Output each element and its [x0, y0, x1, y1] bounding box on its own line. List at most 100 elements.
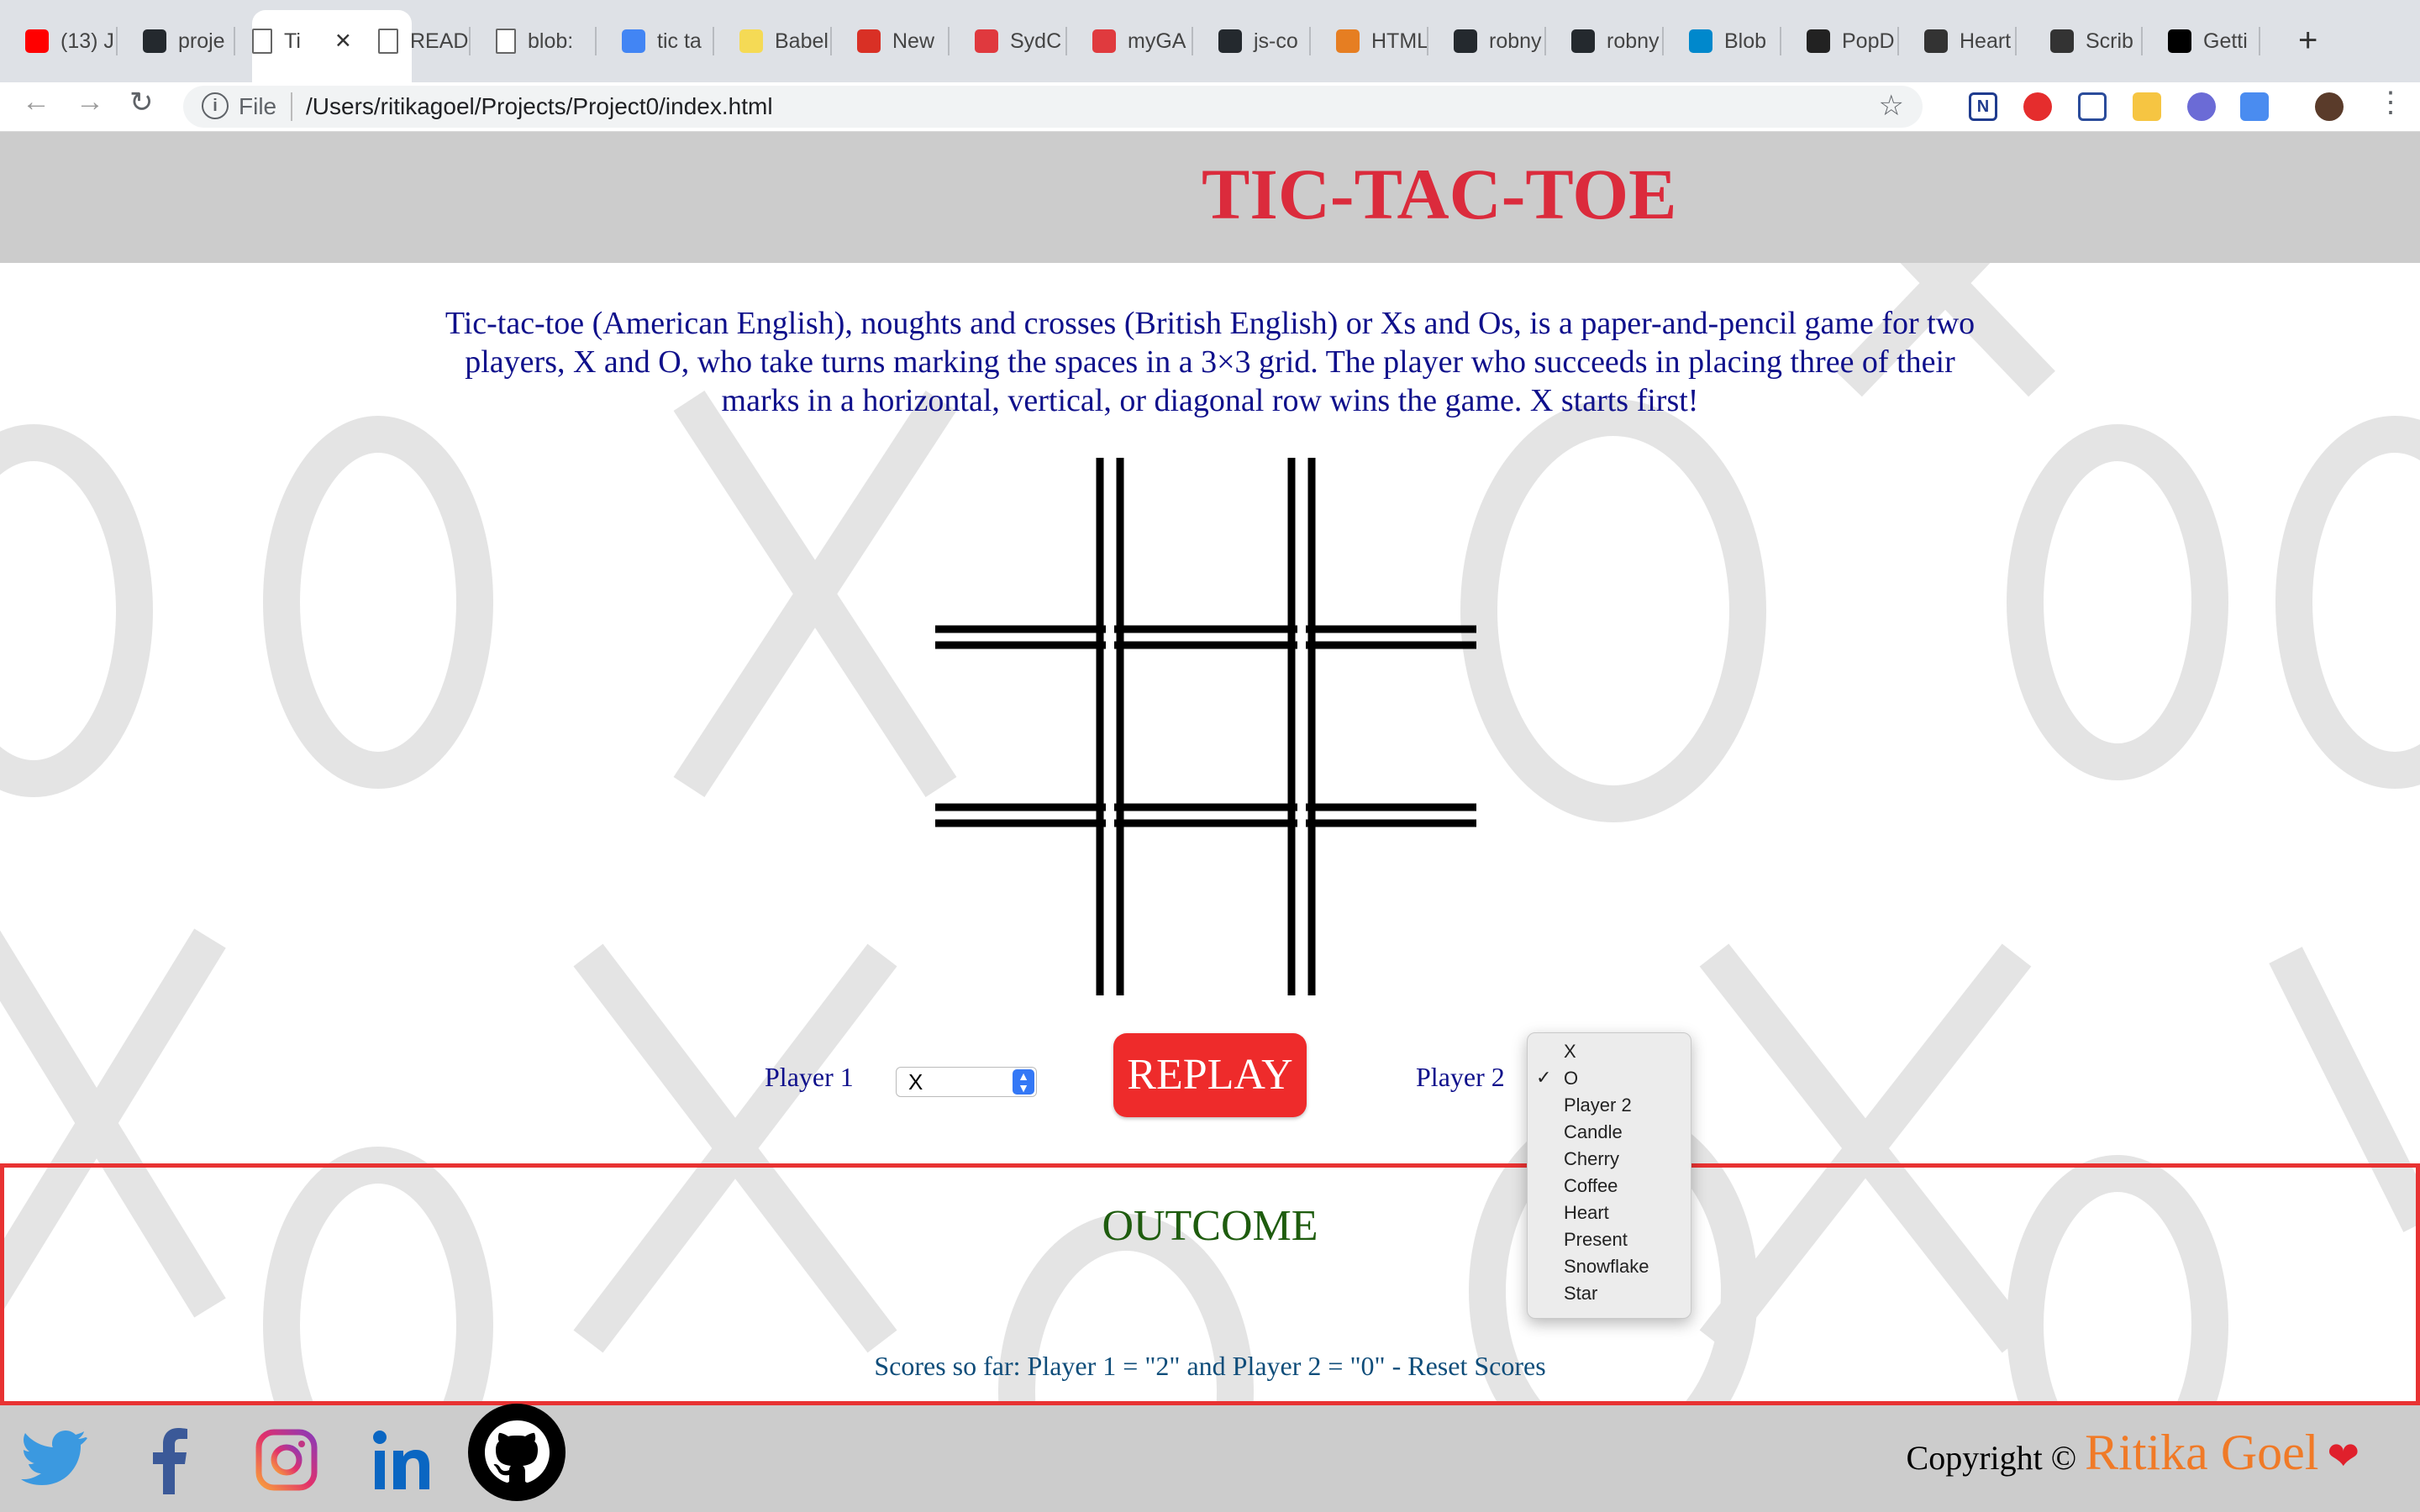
facebook-icon[interactable]: [133, 1420, 208, 1496]
extension-shield-icon[interactable]: [2023, 92, 2052, 121]
browser-tab[interactable]: SydC: [975, 22, 1067, 60]
back-icon[interactable]: ←: [22, 86, 50, 118]
scheme-label: File: [239, 93, 277, 119]
tab-separator: [595, 27, 597, 55]
dropdown-option[interactable]: X: [1564, 1038, 1576, 1065]
scores-text[interactable]: Scores so far: Player 1 = "2" and Player…: [4, 1351, 2416, 1382]
tab-separator: [2259, 27, 2260, 55]
dropdown-option[interactable]: Coffee: [1564, 1173, 1618, 1200]
popd-icon: [1807, 29, 1830, 53]
browser-tab[interactable]: js-co: [1218, 22, 1311, 60]
browser-tab[interactable]: Scrib: [2050, 22, 2143, 60]
dropdown-option[interactable]: Star: [1564, 1280, 1597, 1307]
browser-tab[interactable]: tic ta: [622, 22, 714, 60]
tab-separator: [1780, 27, 1781, 55]
tab-separator: [2015, 27, 2017, 55]
url-text[interactable]: /Users/ritikagoel/Projects/Project0/inde…: [306, 93, 773, 120]
board-cell[interactable]: [1315, 458, 1483, 626]
dropdown-option[interactable]: O: [1564, 1065, 1578, 1092]
page-icon: [496, 29, 516, 54]
board-cell[interactable]: [1315, 649, 1483, 804]
player1-select[interactable]: X ▲ ▼: [896, 1067, 1037, 1097]
tab-title: robny: [1607, 29, 1660, 53]
tab-title: SydC: [1010, 29, 1062, 53]
tab-title: HTML: [1371, 29, 1428, 53]
scribd-icon: [2050, 29, 2074, 53]
twitter-icon[interactable]: [17, 1420, 92, 1496]
tab-separator: [948, 27, 950, 55]
board-cell[interactable]: [929, 649, 1097, 804]
youtube-icon: [25, 29, 49, 53]
browser-tab[interactable]: HTML: [1336, 22, 1428, 60]
board-cell[interactable]: [1123, 827, 1288, 995]
address-bar[interactable]: i File /Users/ritikagoel/Projects/Projec…: [183, 86, 1923, 128]
tab-title: Scrib: [2086, 29, 2133, 53]
browser-tab[interactable]: Blob: [1689, 22, 1781, 60]
browser-tab[interactable]: PopD: [1807, 22, 1899, 60]
dropdown-option[interactable]: Cherry: [1564, 1146, 1619, 1173]
browser-tab[interactable]: Babel: [739, 22, 832, 60]
tab-title: Babel: [775, 29, 829, 53]
tab-title: blob:: [528, 29, 574, 53]
board-cell[interactable]: [1123, 458, 1288, 626]
tab-title: proje: [178, 29, 225, 53]
board-cell[interactable]: [1315, 827, 1483, 995]
browser-tab[interactable]: Getti: [2168, 22, 2260, 60]
replay-button[interactable]: REPLAY: [1113, 1033, 1307, 1117]
reload-icon[interactable]: ↻: [129, 86, 154, 119]
player2-dropdown-menu[interactable]: X O ✓ Player 2 Candle Cherry Coffee Heart Presen…: [1527, 1032, 1691, 1319]
browser-tab[interactable]: New: [857, 22, 950, 60]
tab-title: myGA: [1128, 29, 1186, 53]
extension-note-icon[interactable]: [2133, 92, 2161, 121]
extension-globe-icon[interactable]: [2187, 92, 2216, 121]
tab-title: PopD: [1842, 29, 1895, 53]
github-icon[interactable]: [466, 1402, 567, 1503]
webpage: TIC-TAC-TOE Tic-tac-toe (American Englis…: [0, 132, 2420, 1512]
extension-code-icon[interactable]: [2240, 92, 2269, 121]
dropdown-option[interactable]: Heart: [1564, 1200, 1609, 1226]
new-tab-button[interactable]: +: [2298, 22, 2317, 60]
board-cell[interactable]: [1123, 649, 1288, 804]
page-title: TIC-TAC-TOE: [1202, 154, 1677, 234]
copyright: Copyright © Ritika Goel ❤: [1907, 1424, 2360, 1482]
select-arrows-icon: ▲ ▼: [1013, 1069, 1034, 1095]
github-icon: [1571, 29, 1595, 53]
dropdown-option[interactable]: Snowflake: [1564, 1253, 1649, 1280]
dropdown-option[interactable]: Player 2: [1564, 1092, 1632, 1119]
linkedin-icon[interactable]: [365, 1420, 440, 1496]
author-name[interactable]: Ritika Goel: [2085, 1425, 2318, 1480]
browser-tab[interactable]: Heart: [1924, 22, 2017, 60]
menu-kebab-icon[interactable]: ⋮: [2376, 86, 2405, 119]
game-description: Tic-tac-toe (American English), noughts …: [445, 306, 1975, 418]
dropdown-option[interactable]: Candle: [1564, 1119, 1623, 1146]
close-tab-icon[interactable]: ✕: [334, 29, 352, 54]
ga-icon: [1092, 29, 1116, 53]
bookmark-star-icon[interactable]: ☆: [1879, 89, 1904, 123]
outcome-title: OUTCOME: [1102, 1202, 1318, 1250]
info-icon[interactable]: i: [202, 92, 229, 119]
tab-title: robny: [1489, 29, 1542, 53]
tab-title: Getti: [2203, 29, 2248, 53]
board-cell[interactable]: [929, 458, 1097, 626]
extension-n-icon[interactable]: N: [1969, 92, 1997, 121]
instagram-icon[interactable]: [249, 1420, 324, 1496]
page-icon: [252, 29, 272, 54]
tab-separator: [830, 27, 832, 55]
browser-tab[interactable]: Ti ✕: [252, 22, 378, 60]
browser-tab[interactable]: robny: [1571, 22, 1664, 60]
browser-tab[interactable]: robny: [1454, 22, 1546, 60]
browser-tab[interactable]: blob:: [496, 22, 597, 60]
board-cell[interactable]: [929, 827, 1097, 995]
browser-tab[interactable]: proje: [143, 22, 235, 60]
github-icon: [143, 29, 166, 53]
profile-avatar[interactable]: [2315, 92, 2344, 121]
browser-tab[interactable]: myGA: [1092, 22, 1193, 60]
dropdown-option[interactable]: Present: [1564, 1226, 1628, 1253]
google-icon: [622, 29, 645, 53]
forward-icon[interactable]: →: [76, 86, 104, 118]
extension-crop-icon[interactable]: [2078, 92, 2107, 121]
copyright-prefix: Copyright ©: [1906, 1439, 2077, 1477]
game-board[interactable]: [929, 458, 1483, 995]
browser-tab[interactable]: (13) J: [25, 22, 118, 60]
browser-tab[interactable]: READ: [378, 22, 471, 60]
